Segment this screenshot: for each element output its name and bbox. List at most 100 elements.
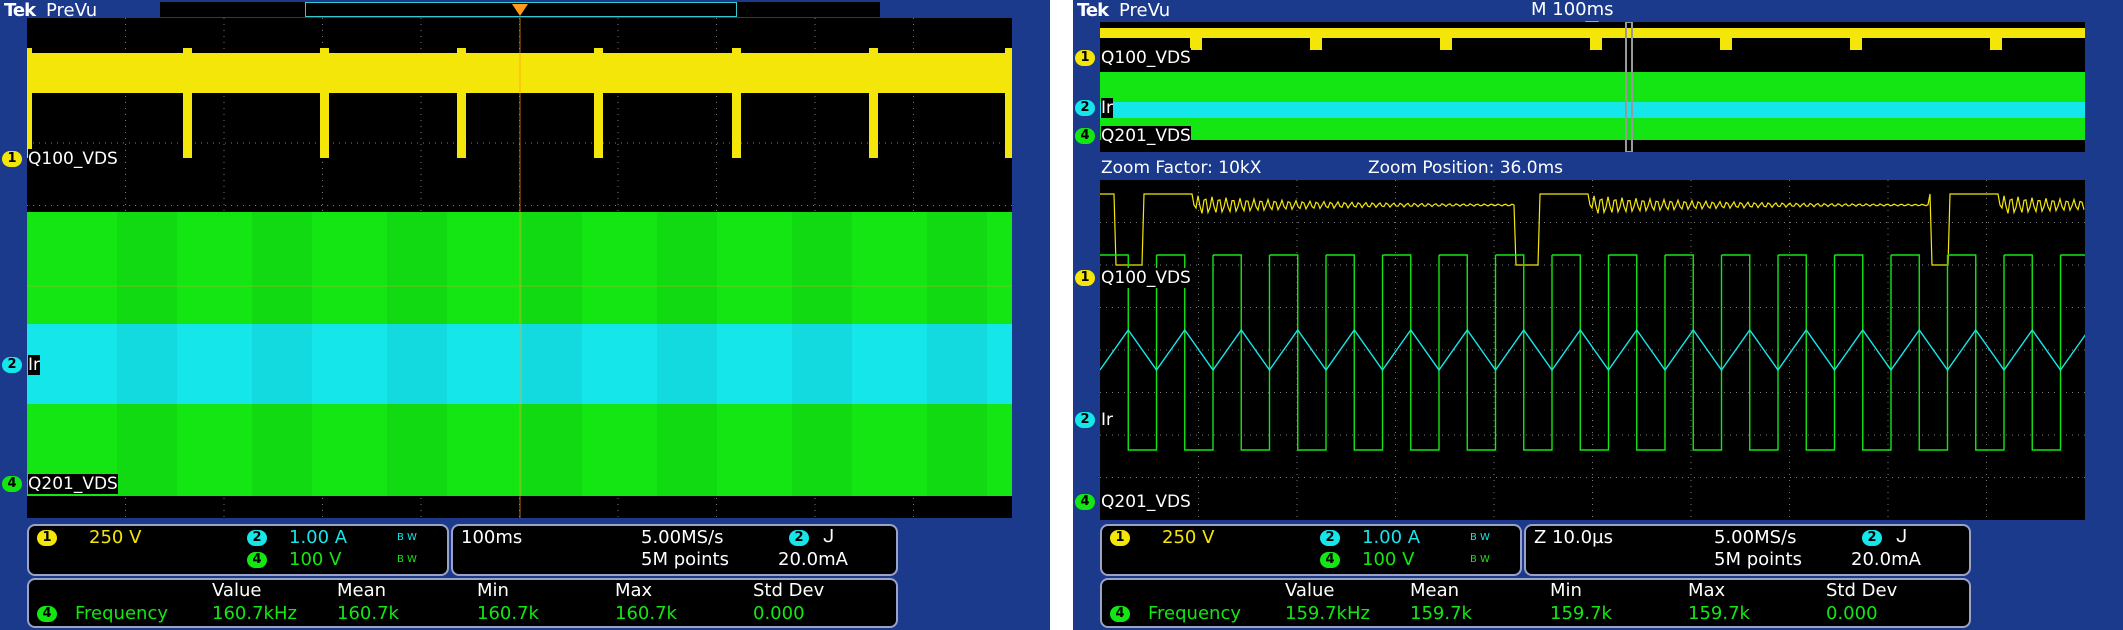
measurement-panel[interactable]: Value Mean Min Max Std Dev 4 Frequency 1…: [1100, 578, 1971, 628]
ch1-overview-spike: [1590, 28, 1602, 50]
ch4-zoom-label: Q201_VDS: [1101, 492, 1191, 512]
ch1-dip-spike: [594, 48, 603, 158]
meas-header-stddev: Std Dev: [1826, 580, 1898, 601]
vertical-settings-panel[interactable]: 1 250 V 2 1.00 A B W 4 100 V B W: [27, 524, 449, 576]
ch4-scale: 100 V: [289, 549, 342, 570]
ch1-overview-spike: [1310, 28, 1322, 50]
ch1-zoom-label: Q100_VDS: [1101, 268, 1191, 288]
meas-value: 159.7kHz: [1285, 603, 1370, 624]
ch1-scale: 250 V: [89, 527, 142, 548]
ch1-overview-label: Q100_VDS: [1101, 48, 1191, 68]
ch1-overview-spike: [1990, 28, 2002, 50]
ch1-overview-spike: [1190, 28, 1202, 50]
ch4-marker[interactable]: 4: [2, 476, 22, 492]
ch2-scale-badge: 2: [1320, 530, 1340, 546]
band-shade: [927, 212, 987, 496]
ch1-dip-spike: [457, 48, 466, 158]
zoom-factor: Zoom Factor: 10kX: [1101, 158, 1262, 178]
ch2-scale-badge: 2: [247, 530, 267, 546]
ch1-dip-spike: [27, 48, 32, 158]
sample-rate: 5.00MS/s: [1714, 527, 1797, 548]
sample-rate: 5.00MS/s: [641, 527, 724, 548]
ch4-label: Q201_VDS: [28, 474, 118, 494]
zoom-screen: [1100, 180, 2085, 520]
meas-name: Frequency: [1148, 603, 1241, 624]
meas-value: 160.7kHz: [212, 603, 297, 624]
main-timebase-label: M 100ms: [1531, 0, 1614, 20]
band-shade: [117, 212, 177, 496]
trigger-source-badge: 2: [789, 530, 809, 546]
overview-screen: [1100, 22, 2085, 152]
ch2-overview-label: Ir: [1101, 98, 1114, 118]
band-shade: [657, 212, 717, 496]
ch1-label: Q100_VDS: [28, 149, 118, 169]
ch1-dip-spike: [183, 48, 192, 158]
meas-mean: 160.7k: [337, 603, 399, 624]
ch4-overview-label: Q201_VDS: [1101, 126, 1191, 146]
ch4-zoom-marker[interactable]: 4: [1075, 494, 1095, 510]
ch1-scale-badge: 1: [1110, 530, 1130, 546]
vertical-settings-panel[interactable]: 1 250 V 2 1.00 A B W 4 100 V B W: [1100, 524, 1522, 576]
ch1-overview-spike: [1720, 28, 1732, 50]
ch1-dip-spike: [869, 48, 878, 158]
record-length: 5M points: [641, 549, 729, 570]
band-shade: [387, 212, 447, 496]
band-shade: [792, 212, 852, 496]
ch2-bw-limit: B W: [1470, 532, 1490, 543]
meas-channel-badge: 4: [1110, 606, 1130, 622]
ch2-overview-marker[interactable]: 2: [1075, 100, 1095, 116]
zoom-plot: [1100, 180, 2085, 520]
band-shade: [522, 212, 582, 496]
meas-stddev: 0.000: [753, 603, 805, 624]
ch4-bw-limit: B W: [397, 554, 417, 565]
ch2-zoom-marker[interactable]: 2: [1075, 412, 1095, 428]
trigger-level: 20.0mA: [1851, 549, 1921, 570]
ch1-marker[interactable]: 1: [2, 151, 22, 167]
scope-left: Tek PreVu 1 Q100_VDS 2 Ir 4 Q201_VDS 1 2…: [0, 0, 1050, 630]
horizontal-settings-panel[interactable]: Z 10.0µs 5.00MS/s 5M points 2 ᒍ 20.0mA: [1524, 524, 1971, 576]
ch4-bw-limit: B W: [1470, 554, 1490, 565]
meas-header-mean: Mean: [337, 580, 387, 601]
ch4-scale-badge: 4: [247, 552, 267, 568]
ch1-overview-spike: [1440, 28, 1452, 50]
ch1-scale: 250 V: [1162, 527, 1215, 548]
ch2-marker[interactable]: 2: [2, 357, 22, 373]
meas-header-value: Value: [1285, 580, 1335, 601]
ch2-scale: 1.00 A: [1362, 527, 1421, 548]
timebase-value: 100ms: [461, 527, 523, 548]
meas-name: Frequency: [75, 603, 168, 624]
meas-min: 159.7k: [1550, 603, 1612, 624]
ch1-dip-spike: [320, 48, 329, 158]
trigger-level: 20.0mA: [778, 549, 848, 570]
measurement-panel[interactable]: Value Mean Min Max Std Dev 4 Frequency 1…: [27, 578, 898, 628]
ch1-scale-badge: 1: [37, 530, 57, 546]
ch2-bw-limit: B W: [397, 532, 417, 543]
meas-header-mean: Mean: [1410, 580, 1460, 601]
ch4-overview-marker[interactable]: 4: [1075, 128, 1095, 144]
meas-stddev: 0.000: [1826, 603, 1878, 624]
ch1-overview-spike: [1850, 28, 1862, 50]
meas-header-min: Min: [477, 580, 509, 601]
ch1-overview-marker[interactable]: 1: [1075, 50, 1095, 66]
meas-mean: 159.7k: [1410, 603, 1472, 624]
ch1-dip-spike: [1005, 48, 1012, 158]
trigger-slope-icon: ᒍ: [1896, 526, 1908, 547]
meas-header-max: Max: [1688, 580, 1726, 601]
record-length: 5M points: [1714, 549, 1802, 570]
trigger-slope-icon: ᒍ: [823, 526, 835, 547]
meas-header-max: Max: [615, 580, 653, 601]
meas-max: 160.7k: [615, 603, 677, 624]
overview-plot: [1100, 22, 2085, 152]
ch1-zoom-marker[interactable]: 1: [1075, 270, 1095, 286]
ch2-overview-band: [1100, 102, 2085, 118]
ch4-scale-badge: 4: [1320, 552, 1340, 568]
ch4-scale: 100 V: [1362, 549, 1415, 570]
ch2-label: Ir: [28, 355, 41, 375]
meas-header-stddev: Std Dev: [753, 580, 825, 601]
prevu-label: PreVu: [1119, 0, 1171, 21]
waveform-plot: [27, 18, 1012, 518]
horizontal-settings-panel[interactable]: 100ms 5.00MS/s 5M points 2 ᒍ 20.0mA: [451, 524, 898, 576]
meas-min: 160.7k: [477, 603, 539, 624]
ch4-overview-band-lower: [1100, 118, 2085, 140]
zoom-timebase-value: Z 10.0µs: [1534, 527, 1613, 548]
